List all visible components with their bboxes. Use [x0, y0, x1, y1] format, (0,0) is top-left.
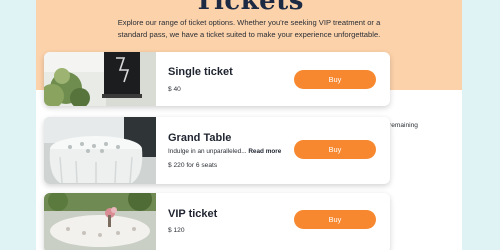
- grand-table-description: Indulge in an unparalleled...: [168, 148, 247, 155]
- grand-table-name: Grand Table: [168, 132, 232, 144]
- ticket-card-vip: VIP ticket $ 120 Buy: [44, 193, 390, 250]
- vip-ticket-buy-button[interactable]: Buy: [294, 210, 376, 229]
- vip-ticket-photo: [44, 193, 156, 250]
- page-title: Tickets: [194, 0, 304, 16]
- single-ticket-photo: [44, 52, 156, 106]
- vip-ticket-price: $ 120: [168, 227, 185, 234]
- grand-table-price: $ 220 for 6 seats: [168, 162, 218, 169]
- ticket-card-grand-table: Grand Table Indulge in an unparalleled..…: [44, 117, 390, 184]
- read-more-link[interactable]: Read more: [248, 148, 281, 155]
- grand-table-buy-button[interactable]: Buy: [294, 140, 376, 159]
- single-ticket-buy-button[interactable]: Buy: [294, 70, 376, 89]
- grand-table-photo: [44, 117, 156, 184]
- grand-table-description-line: Indulge in an unparalleled... Read more: [168, 148, 281, 155]
- single-ticket-name: Single ticket: [168, 66, 233, 78]
- single-ticket-price: $ 40: [168, 86, 181, 93]
- ticket-card-single: Single ticket $ 40 Buy: [44, 52, 390, 106]
- page-description: Explore our range of ticket options. Whe…: [117, 18, 381, 39]
- vip-ticket-name: VIP ticket: [168, 208, 218, 220]
